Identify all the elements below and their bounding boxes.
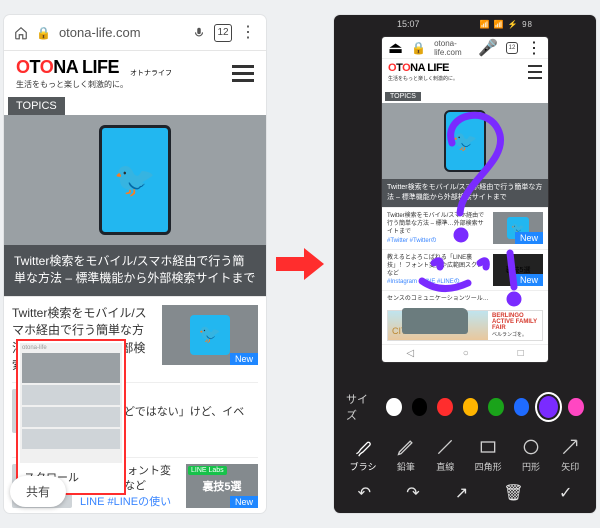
android-nav-bar: ◁ ○ □ (382, 344, 548, 362)
share-icon[interactable]: ↗ (455, 483, 468, 503)
shot-r1-hash: #Twitter #Twitterの (387, 238, 437, 244)
kebab-menu-icon: ⋮ (526, 38, 542, 58)
url-text: otona-life.com (434, 39, 470, 57)
new-badge: New (515, 232, 543, 244)
status-bar: 15:07 📶 📶 ⚡ 98 (334, 15, 596, 33)
editor-bottom-ops: ↶ ↷ ↗ 🗑 ✓ (334, 475, 596, 513)
shot-r2-title: 教えるとよろこばれる「LINE裏技」！フォント変更や広範囲スクショなど (387, 255, 489, 277)
status-time: 15:07 (397, 19, 420, 29)
site-tagline: 生活をもっと楽しく刺激的に。 (388, 75, 458, 82)
status-icons: 📶 📶 ⚡ 98 (480, 20, 533, 29)
home-icon: ⏏ (388, 38, 403, 58)
screenshot-mini-thumb: otona-life (20, 343, 122, 463)
ad-brand: CITROËN (392, 326, 433, 336)
site-logo[interactable]: OTONA LIFE 生活をもっと楽しく刺激的に。 オトナライフ (16, 57, 172, 90)
new-badge: New (230, 496, 258, 508)
site-kana: オトナライフ (130, 70, 172, 78)
home-icon: ○ (463, 348, 469, 359)
hamburger-icon[interactable] (232, 65, 254, 82)
tool-row: ブラシ 鉛筆 直線 四角形 円形 矢印 (334, 433, 596, 475)
save-icon[interactable]: ✓ (559, 483, 572, 503)
shot-r3-title: センスのコミュニケーションツール… (387, 295, 543, 303)
twitter-bird-icon: 🐦 (190, 315, 230, 355)
editor-canvas[interactable]: ⏏ 🔒 otona-life.com 🎤 12 ⋮ OTONA LIFE生活をも… (334, 33, 596, 381)
shot-row-1: Twitter検索をモバイル/スマホ経由で行う簡単な方法 – 標準…外部検索サイ… (382, 207, 548, 248)
tool-brush-label: ブラシ (350, 460, 377, 473)
shot-r2-hash: #Instagram #LINE #LINEの (387, 279, 460, 285)
tool-rect-label: 四角形 (475, 460, 502, 473)
twitter-bird-icon: 🐦 (114, 160, 156, 200)
new-badge: New (515, 274, 543, 286)
swatch-black[interactable] (412, 398, 428, 416)
redo-icon[interactable]: ↷ (406, 483, 419, 503)
hamburger-icon (528, 65, 542, 79)
left-phone-before: 🔒 otona-life.com 12 ⋮ OTONA LIFE 生活をもっと楽… (4, 15, 266, 513)
captured-screenshot: ⏏ 🔒 otona-life.com 🎤 12 ⋮ OTONA LIFE生活をも… (382, 37, 548, 362)
share-pill[interactable]: 共有 (10, 476, 66, 507)
topics-badge[interactable]: TOPICS (8, 97, 65, 115)
hero-caption[interactable]: Twitter検索をモバイル/スマホ経由で行う簡単な方法 – 標準機能から外部検… (4, 245, 266, 296)
lock-icon: 🔒 (411, 41, 426, 55)
mic-icon: 🎤 (478, 38, 498, 58)
row3-hash: LINE #LINEの使い (80, 496, 171, 508)
tool-circle-label: 円形 (522, 460, 540, 473)
line-labs-badge: LINE Labs (188, 466, 227, 475)
ad-banner: CITROËN BERLINGO ACTIVE FAMILY FAIRベルランゴ… (387, 310, 543, 341)
hero-image[interactable]: 🐦 (4, 115, 266, 245)
hero-caption: Twitter検索をモバイル/スマホ経由で行う簡単な方法 – 標準機能から外部検… (382, 179, 548, 207)
back-icon: ◁ (406, 348, 414, 359)
tool-pencil[interactable]: 鉛筆 (396, 437, 416, 473)
tab-count[interactable]: 12 (214, 24, 232, 42)
twitter-bird-icon: 🐦 (453, 129, 478, 154)
tool-rect[interactable]: 四角形 (475, 437, 502, 473)
mic-icon[interactable] (192, 26, 206, 40)
swatch-pink[interactable] (568, 398, 584, 416)
undo-icon[interactable]: ↶ (358, 483, 371, 503)
url-text[interactable]: otona-life.com (59, 25, 184, 40)
shot-r1-title: Twitter検索をモバイル/スマホ経由で行う簡単な方法 – 標準…外部検索サイ… (387, 213, 484, 235)
new-badge: New (230, 353, 258, 365)
shot-row-2: 教えるとよろこばれる「LINE裏技」！フォント変更や広範囲スクショなど #Inst… (382, 249, 548, 290)
right-phone-editor: 15:07 📶 📶 ⚡ 98 ⏏ 🔒 otona-life.com 🎤 12 ⋮… (334, 15, 596, 513)
color-palette: サイズ (334, 381, 596, 433)
tool-circle[interactable]: 円形 (521, 437, 541, 473)
lock-icon: 🔒 (36, 26, 51, 40)
swatch-yellow[interactable] (463, 398, 479, 416)
tool-line-label: 直線 (436, 460, 454, 473)
site-tagline: 生活をもっと楽しく刺激的に。 (16, 79, 128, 90)
screenshot-preview-overlay[interactable]: otona-life スクロール (16, 339, 126, 495)
tool-arrow-label: 矢印 (561, 460, 579, 473)
topics-badge: TOPICS (385, 92, 421, 101)
chrome-address-bar: 🔒 otona-life.com 12 ⋮ (4, 15, 266, 51)
home-icon[interactable] (14, 26, 28, 40)
article-1-thumb: 🐦 New (162, 305, 258, 365)
tool-brush[interactable]: ブラシ (350, 437, 377, 473)
ad-sub: ベルランゴを。 (492, 331, 538, 338)
recent-icon: □ (518, 348, 524, 359)
tool-line[interactable]: 直線 (435, 437, 455, 473)
swatch-red[interactable] (437, 398, 453, 416)
size-label[interactable]: サイズ (346, 391, 374, 423)
tool-pencil-label: 鉛筆 (397, 460, 415, 473)
site-header: OTONA LIFE 生活をもっと楽しく刺激的に。 オトナライフ (4, 51, 266, 96)
mini-header: otona-life (22, 345, 120, 351)
swatch-green[interactable] (488, 398, 504, 416)
shot-row-3: センスのコミュニケーションツール… (382, 290, 548, 307)
transition-arrow-icon (276, 248, 324, 280)
ad-headline: BERLINGO ACTIVE FAMILY FAIR (492, 313, 538, 331)
swatch-purple-selected[interactable] (539, 396, 558, 418)
swatch-white[interactable] (386, 398, 402, 416)
tool-arrow[interactable]: 矢印 (560, 437, 580, 473)
tab-count: 12 (506, 42, 518, 54)
row3-thumb-text: 裏技5選 (202, 478, 241, 494)
trash-icon[interactable]: 🗑 (503, 483, 523, 503)
row3-thumb: LINE Labs 裏技5選 New (186, 464, 258, 508)
swatch-blue[interactable] (514, 398, 530, 416)
